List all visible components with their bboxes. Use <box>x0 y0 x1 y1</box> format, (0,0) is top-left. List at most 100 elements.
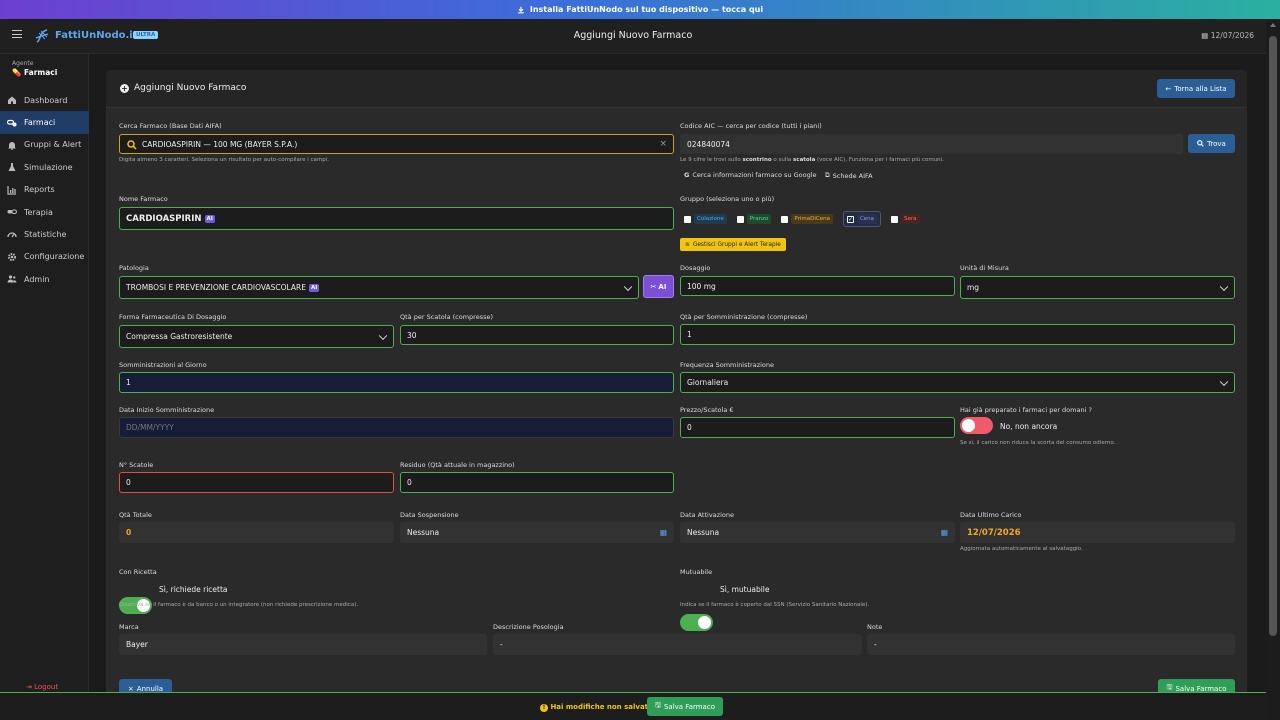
dosage-form-select[interactable]: Compressa Gastroresistente <box>119 325 394 348</box>
find-button[interactable]: Trova <box>1188 134 1235 153</box>
reimbursable-status: Sì, mutuabile <box>720 585 770 594</box>
download-icon <box>518 6 524 13</box>
magic-wand-icon: ✂ <box>650 282 657 291</box>
warning-icon: ! <box>540 704 548 712</box>
residual-input[interactable]: 0 <box>400 472 674 493</box>
frequency-select[interactable]: Giornaliera <box>680 372 1235 393</box>
scrollbar-thumb[interactable] <box>1269 36 1277 636</box>
prescription-status: Sì, richiede ricetta <box>159 585 228 594</box>
back-to-list-button[interactable]: ← Torna alla Lista <box>1157 79 1235 98</box>
form-card: + Aggiungi Nuovo Farmaco ← Torna alla Li… <box>106 70 1247 720</box>
ai-suggest-button[interactable]: ✂ AI <box>643 275 674 298</box>
prepared-tomorrow-toggle[interactable] <box>960 417 993 434</box>
start-date-input[interactable]: DD/MM/YYYY <box>119 417 674 438</box>
checkbox[interactable] <box>781 215 789 223</box>
notes-field[interactable]: - <box>867 634 1235 655</box>
sidebar-item-terapia[interactable]: Terapia <box>0 201 89 223</box>
posology-field[interactable]: - <box>493 634 862 655</box>
save-icon: 🖫 <box>655 701 661 709</box>
group-option-primadicena[interactable]: PrimaDiCena <box>781 214 833 224</box>
header-date: ▦ 12/07/2026 <box>1201 31 1254 40</box>
checkbox-checked[interactable]: ✓ <box>846 215 854 223</box>
layers-icon: ≋ <box>685 241 690 248</box>
patologia-label: Patologia <box>119 264 149 272</box>
somm-giorno-label: Somministrazioni al Giorno <box>119 361 207 369</box>
suspension-date-input[interactable]: Nessuna ▦ <box>400 522 674 543</box>
drug-search-input[interactable]: CARDIOASPIRIN — 100 MG (BAYER S.P.A.) × <box>119 134 674 154</box>
sidebar-item-reports[interactable]: Reports <box>0 179 89 201</box>
note-label: Note <box>867 623 883 631</box>
qta-somm-label: Qtà per Somministrazione (compresse) <box>680 313 808 321</box>
arrow-left-icon: ← <box>1165 84 1172 93</box>
dosage-input[interactable]: 100 mg <box>680 276 955 296</box>
group-option-pranzo[interactable]: Pranzo <box>736 214 772 224</box>
forma-label: Forma Farmaceutica Di Dosaggio <box>119 313 227 321</box>
reimbursable-toggle[interactable] <box>680 614 713 631</box>
data-inizio-label: Data Inizio Somministrazione <box>119 406 215 414</box>
box-count-input[interactable]: 0 <box>119 472 394 493</box>
checkbox[interactable] <box>891 215 899 223</box>
logout-icon: ⇥ <box>26 683 32 691</box>
chevron-down-icon <box>1219 377 1229 386</box>
reimbursable-help: Indica se il farmaco è coperto dal SSN (… <box>680 602 870 608</box>
sidebar-item-simulazione[interactable]: Simulazione <box>0 156 89 178</box>
search-help: Digita almeno 3 caratteri. Seleziona un … <box>119 157 329 163</box>
ai-badge: AI <box>204 214 215 223</box>
qty-per-dose-input[interactable]: 1 <box>680 324 1235 345</box>
chevron-down-icon <box>623 282 633 291</box>
top-bar: FattiUnNodo.it ULTRA Aggiungi Nuovo Farm… <box>0 19 1266 54</box>
clear-search-icon[interactable]: × <box>659 139 667 149</box>
aic-label: Codice AIC — cerca per codice (tutti i p… <box>680 122 822 130</box>
sidebar-item-configurazione[interactable]: Configurazione <box>0 246 89 268</box>
chart-icon <box>7 185 16 195</box>
checkbox[interactable] <box>684 215 691 223</box>
brand-field[interactable]: Bayer <box>119 634 487 655</box>
pathology-select[interactable]: TROMBOSI E PREVENZIONE CARDIOVASCOLARE AI <box>119 276 639 299</box>
prezzo-label: Prezzo/Scatola € <box>680 406 734 414</box>
group-option-cena[interactable]: ✓ Cena <box>842 211 882 227</box>
ricetta-label: Con Ricetta <box>119 568 157 576</box>
save-drug-button[interactable]: 🖫 Salva Farmaco <box>647 697 723 716</box>
last-load-date-field: 12/07/2026 <box>960 522 1235 543</box>
calendar-icon[interactable]: ▦ <box>660 528 667 537</box>
attivazione-label: Data Attivazione <box>680 511 734 519</box>
sidebar-item-farmaci[interactable]: Farmaci <box>0 111 89 134</box>
prescription-help: Disattiva se il farmaco è da banco o un … <box>119 602 359 608</box>
activation-date-input[interactable]: Nessuna ▦ <box>680 522 955 543</box>
calendar-icon[interactable]: ▦ <box>941 528 948 537</box>
sidebar-item-dashboard[interactable]: Dashboard <box>0 89 89 111</box>
aifa-sheets-link[interactable]: ⧉ Schede AIFA <box>825 171 873 180</box>
unita-label: Unità di Misura <box>960 264 1009 272</box>
doses-per-day-input[interactable]: 1 <box>119 372 674 393</box>
aic-help: Le 9 cifre le trovi sullo scontrino o su… <box>680 157 944 163</box>
agent-value[interactable]: 💊 Farmaci <box>12 68 57 77</box>
qty-per-box-input[interactable]: 30 <box>400 325 674 345</box>
pill-icon: 💊 <box>12 68 22 77</box>
descrizione-label: Descrizione Posologia <box>493 623 564 631</box>
sospensione-label: Data Sospensione <box>400 511 459 519</box>
google-search-link[interactable]: G Cerca informazioni farmaco su Google <box>684 171 817 179</box>
unit-select[interactable]: mg <box>960 276 1235 299</box>
page-title: Aggiungi Nuovo Farmaco <box>573 30 693 41</box>
users-icon <box>7 275 17 283</box>
prepared-status: No, non ancora <box>1000 422 1058 431</box>
logout-link[interactable]: ⇥ Logout <box>26 683 58 691</box>
sidebar-item-gruppi-alert[interactable]: Gruppi & Alert <box>0 134 89 156</box>
chevron-down-icon <box>1219 282 1229 291</box>
price-input[interactable]: 0 <box>680 417 955 438</box>
dosaggio-label: Dosaggio <box>680 264 711 272</box>
aic-code-input[interactable]: 024840074 <box>680 134 1183 154</box>
manage-groups-button[interactable]: ≋ Gestisci Gruppi e Alert Terapie <box>680 238 786 251</box>
ultimo-carico-label: Data Ultimo Carico <box>960 511 1022 519</box>
group-option-sera[interactable]: Sera <box>891 214 920 224</box>
install-banner[interactable]: Installa FattiUnNodo sul tuo dispositivo… <box>0 0 1280 19</box>
page-scrollbar[interactable] <box>1266 19 1280 720</box>
gauge-icon <box>7 231 17 237</box>
sidebar-item-admin[interactable]: Admin <box>0 268 89 290</box>
group-checkboxes: Colazione Pranzo PrimaDiCena ✓ Cena Sera <box>684 211 920 227</box>
checkbox[interactable] <box>736 215 744 223</box>
sidebar-item-statistiche[interactable]: Statistiche <box>0 223 89 245</box>
group-option-colazione[interactable]: Colazione <box>684 214 727 224</box>
scroll-up-icon[interactable] <box>1270 23 1276 27</box>
drug-name-input[interactable]: CARDIOASPIRIN AI <box>119 207 674 230</box>
